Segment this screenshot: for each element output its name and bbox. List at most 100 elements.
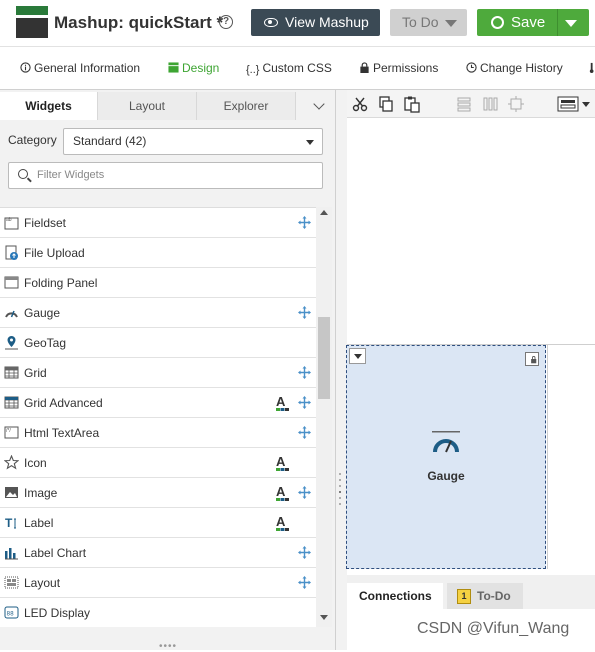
widget-label: Grid xyxy=(24,366,47,380)
scroll-thumb[interactable] xyxy=(318,317,330,399)
chevron-down-icon xyxy=(313,98,325,110)
tab-widgets[interactable]: Widgets xyxy=(0,92,98,120)
layout-mode-dropdown[interactable] xyxy=(557,95,593,113)
tab-explorer[interactable]: Explorer xyxy=(197,92,296,120)
widget-list-item[interactable]: GeoTag xyxy=(0,328,316,358)
widget-list-scrollbar[interactable] xyxy=(316,207,332,627)
widget-list-item[interactable]: File Upload xyxy=(0,238,316,268)
widget-label: Label Chart xyxy=(24,546,87,560)
svg-text:A: A xyxy=(276,485,286,499)
widget-label: Grid Advanced xyxy=(24,396,103,410)
widget-menu-button[interactable] xyxy=(349,348,366,364)
resize-handle[interactable]: •••• xyxy=(159,641,177,652)
tab-todo[interactable]: 1 To-Do xyxy=(447,583,523,609)
tab-design[interactable]: Design xyxy=(168,47,219,90)
help-icon[interactable]: ? xyxy=(219,15,233,29)
move-icon xyxy=(298,546,311,559)
move-icon xyxy=(298,216,311,229)
cut-icon[interactable] xyxy=(351,95,369,113)
circle-icon xyxy=(491,16,504,29)
widget-label: File Upload xyxy=(24,246,85,260)
lock-icon[interactable] xyxy=(525,352,539,366)
widget-label: Image xyxy=(24,486,58,500)
widget-list-item[interactable]: Image A xyxy=(0,478,316,508)
move-icon xyxy=(298,486,311,499)
layout-divider xyxy=(547,344,548,569)
label-icon: T xyxy=(5,516,16,530)
tab-change-history[interactable]: Change History xyxy=(466,47,563,90)
align-rows-icon[interactable] xyxy=(455,95,473,113)
history-icon xyxy=(466,62,477,73)
move-icon xyxy=(298,306,311,319)
tab-permissions[interactable]: Permissions xyxy=(359,47,438,90)
widget-list-item[interactable]: ab Fieldset xyxy=(0,208,316,238)
gauge-icon xyxy=(432,431,460,453)
widget-list-item[interactable]: Grid Advanced A xyxy=(0,388,316,418)
widget-list-item[interactable]: Icon A xyxy=(0,448,316,478)
tab-bar: General Information Design {..} Custom CS… xyxy=(0,46,595,96)
canvas-toolbar xyxy=(347,90,595,118)
paste-icon[interactable] xyxy=(403,95,421,113)
app-logo xyxy=(16,6,48,38)
splitter-grip-icon[interactable] xyxy=(338,470,342,510)
tab-general-information[interactable]: General Information xyxy=(20,47,140,90)
save-label: Save xyxy=(511,14,546,31)
html-textarea-icon: /*/ xyxy=(4,426,19,439)
widget-list-item[interactable]: T Label A xyxy=(0,508,316,538)
design-icon xyxy=(168,62,179,73)
resize-icon[interactable] xyxy=(507,95,525,113)
filter-placeholder: Filter Widgets xyxy=(37,169,105,181)
todo-tab-label: To-Do xyxy=(477,589,511,603)
svg-text:/*/: /*/ xyxy=(6,428,11,434)
widget-list-item[interactable]: Grid xyxy=(0,358,316,388)
widget-list-item[interactable]: Label Chart xyxy=(0,538,316,568)
font-style-icon: A xyxy=(276,515,289,531)
save-button[interactable]: Save xyxy=(477,9,589,36)
tab-more[interactable] xyxy=(588,47,595,90)
move-icon xyxy=(298,366,311,379)
move-icon xyxy=(298,396,311,409)
file-upload-icon xyxy=(5,245,18,260)
widget-label: Html TextArea xyxy=(24,426,100,440)
view-mashup-label: View Mashup xyxy=(285,14,369,30)
star-icon xyxy=(4,455,19,470)
widget-list-item[interactable]: Folding Panel xyxy=(0,268,316,298)
grid-icon xyxy=(4,366,19,379)
font-style-icon: A xyxy=(276,455,289,471)
gauge-widget[interactable]: Gauge xyxy=(346,345,546,569)
tab-connections[interactable]: Connections xyxy=(347,583,443,609)
filter-widgets-input[interactable]: Filter Widgets xyxy=(8,162,323,189)
widget-label: Folding Panel xyxy=(24,276,98,290)
save-options-caret-icon[interactable] xyxy=(565,20,577,27)
todo-dropdown[interactable]: To Do xyxy=(390,9,467,36)
svg-text:A: A xyxy=(276,515,286,529)
scroll-down-icon[interactable] xyxy=(320,615,328,620)
widget-list-item[interactable]: Layout xyxy=(0,568,316,598)
tab-layout[interactable]: Layout xyxy=(98,92,197,120)
gauge-icon xyxy=(5,310,18,318)
caret-down-icon xyxy=(445,20,457,27)
scroll-up-icon[interactable] xyxy=(320,210,328,215)
layout-icon xyxy=(4,576,19,589)
widget-list-item[interactable]: Gauge xyxy=(0,298,316,328)
tab-custom-css[interactable]: {..} Custom CSS xyxy=(246,47,332,90)
led-display-icon: 88 xyxy=(4,606,19,619)
font-style-icon: A xyxy=(276,485,289,501)
category-select[interactable]: Standard (42) xyxy=(63,128,323,155)
widget-list-item[interactable]: 88 LED Display xyxy=(0,598,316,627)
widget-panel: Widgets Layout Explorer Category Standar… xyxy=(0,90,336,652)
font-style-icon: A xyxy=(276,395,289,411)
align-columns-icon[interactable] xyxy=(481,95,499,113)
watermark: CSDN @Vifun_Wang xyxy=(417,620,570,637)
fieldset-icon: ab xyxy=(4,217,19,230)
search-icon xyxy=(18,169,28,179)
widget-label: Icon xyxy=(24,456,47,470)
lock-icon xyxy=(360,62,369,73)
view-mashup-button[interactable]: View Mashup xyxy=(251,9,380,36)
todo-count-badge: 1 xyxy=(457,589,471,604)
widget-list-item[interactable]: /*/ Html TextArea xyxy=(0,418,316,448)
svg-text:A: A xyxy=(276,455,286,469)
copy-icon[interactable] xyxy=(377,95,395,113)
panel-tabs: Widgets Layout Explorer xyxy=(0,92,336,120)
collapse-panel-button[interactable] xyxy=(296,92,336,120)
